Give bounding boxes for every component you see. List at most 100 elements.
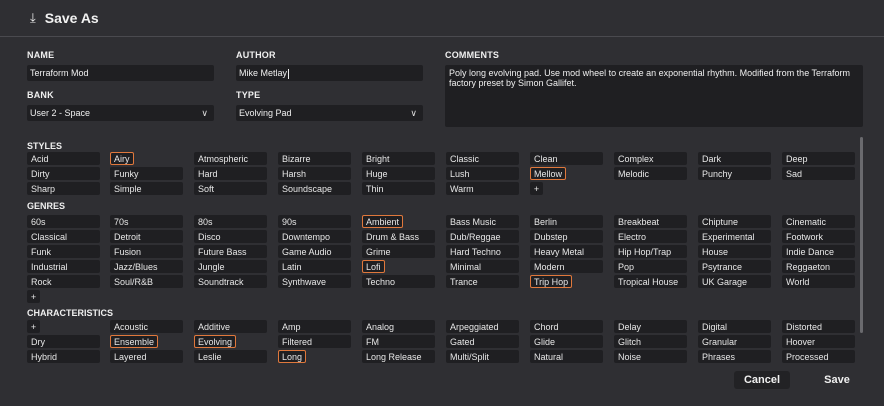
type-select[interactable]: Evolving Pad ∨ [236, 105, 423, 121]
comments-textarea[interactable]: Poly long evolving pad. Use mod wheel to… [445, 65, 863, 127]
tag-styles[interactable]: Sharp [27, 182, 100, 195]
tag-characteristics[interactable]: Hybrid [27, 350, 100, 363]
name-field[interactable]: Terraform Mod [27, 65, 214, 81]
tag-characteristics[interactable]: Hoover [782, 335, 855, 348]
tag-styles[interactable]: Deep [782, 152, 855, 165]
tag-styles[interactable]: Classic [446, 152, 519, 165]
tag-genres[interactable]: 60s [27, 215, 100, 228]
tag-genres[interactable]: Grime [362, 245, 435, 258]
tag-genres[interactable]: Breakbeat [614, 215, 687, 228]
tag-genres[interactable]: Rock [27, 275, 100, 288]
tag-genres[interactable]: Fusion [110, 245, 183, 258]
tag-styles[interactable]: Simple [110, 182, 183, 195]
tag-genres[interactable]: Dubstep [530, 230, 603, 243]
tag-genres[interactable]: Electro [614, 230, 687, 243]
tag-styles[interactable]: Thin [362, 182, 435, 195]
tag-styles[interactable]: Huge [362, 167, 435, 180]
add-tag-button[interactable]: + [27, 290, 40, 303]
tag-styles[interactable]: Harsh [278, 167, 351, 180]
tag-styles[interactable]: Clean [530, 152, 603, 165]
tag-styles[interactable]: Funky [110, 167, 183, 180]
tag-characteristics[interactable]: Evolving [194, 335, 237, 348]
tag-genres[interactable]: Berlin [530, 215, 603, 228]
tag-characteristics[interactable]: Chord [530, 320, 603, 333]
author-field[interactable]: Mike Metlay [236, 65, 423, 81]
tag-styles[interactable]: Punchy [698, 167, 771, 180]
tag-genres[interactable]: Drum & Bass [362, 230, 435, 243]
tag-genres[interactable]: Trip Hop [530, 275, 573, 288]
tag-genres[interactable]: Jungle [194, 260, 267, 273]
tag-genres[interactable]: Future Bass [194, 245, 267, 258]
tag-characteristics[interactable]: Leslie [194, 350, 267, 363]
tag-styles[interactable]: Atmospheric [194, 152, 267, 165]
tag-genres[interactable]: Classical [27, 230, 100, 243]
tag-characteristics[interactable]: Analog [362, 320, 435, 333]
tag-genres[interactable]: Bass Music [446, 215, 519, 228]
tag-genres[interactable]: Lofi [362, 260, 385, 273]
tag-genres[interactable]: Disco [194, 230, 267, 243]
tag-styles[interactable]: Airy [110, 152, 134, 165]
tag-characteristics[interactable]: Natural [530, 350, 603, 363]
tag-genres[interactable]: Tropical House [614, 275, 687, 288]
tag-characteristics[interactable]: Glide [530, 335, 603, 348]
tag-styles[interactable]: Soft [194, 182, 267, 195]
tag-characteristics[interactable]: FM [362, 335, 435, 348]
tag-genres[interactable]: Jazz/Blues [110, 260, 183, 273]
tag-characteristics[interactable]: Processed [782, 350, 855, 363]
tag-characteristics[interactable]: Acoustic [110, 320, 183, 333]
add-tag-button[interactable]: + [27, 320, 40, 333]
tag-genres[interactable]: Trance [446, 275, 519, 288]
tag-styles[interactable]: Melodic [614, 167, 687, 180]
save-button[interactable]: Save [809, 371, 865, 389]
tag-characteristics[interactable]: Glitch [614, 335, 687, 348]
tag-characteristics[interactable]: Additive [194, 320, 267, 333]
tag-styles[interactable]: Hard [194, 167, 267, 180]
tag-genres[interactable]: Techno [362, 275, 435, 288]
tag-characteristics[interactable]: Digital [698, 320, 771, 333]
tag-characteristics[interactable]: Arpeggiated [446, 320, 519, 333]
tag-characteristics[interactable]: Distorted [782, 320, 855, 333]
tag-characteristics[interactable]: Layered [110, 350, 183, 363]
tag-styles[interactable]: Acid [27, 152, 100, 165]
tag-genres[interactable]: Funk [27, 245, 100, 258]
tag-genres[interactable]: Minimal [446, 260, 519, 273]
bank-select[interactable]: User 2 - Space ∨ [27, 105, 214, 121]
tag-genres[interactable]: House [698, 245, 771, 258]
tag-characteristics[interactable]: Ensemble [110, 335, 159, 348]
tag-genres[interactable]: Dub/Reggae [446, 230, 519, 243]
tag-styles[interactable]: Soundscape [278, 182, 351, 195]
tag-styles[interactable]: Sad [782, 167, 855, 180]
tag-styles[interactable]: Dark [698, 152, 771, 165]
tag-genres[interactable]: Downtempo [278, 230, 351, 243]
tags-scrollbar[interactable] [860, 137, 863, 333]
tag-characteristics[interactable]: Delay [614, 320, 687, 333]
tag-genres[interactable]: Hip Hop/Trap [614, 245, 687, 258]
tag-genres[interactable]: Cinematic [782, 215, 855, 228]
tag-genres[interactable]: Detroit [110, 230, 183, 243]
tag-genres[interactable]: Synthwave [278, 275, 351, 288]
tag-genres[interactable]: 90s [278, 215, 351, 228]
tag-characteristics[interactable]: Granular [698, 335, 771, 348]
tag-characteristics[interactable]: Long Release [362, 350, 435, 363]
tag-genres[interactable]: Psytrance [698, 260, 771, 273]
cancel-button[interactable]: Cancel [734, 371, 790, 389]
tag-genres[interactable]: Modern [530, 260, 603, 273]
tag-genres[interactable]: World [782, 275, 855, 288]
tag-genres[interactable]: Footwork [782, 230, 855, 243]
tag-genres[interactable]: Hard Techno [446, 245, 519, 258]
tag-characteristics[interactable]: Filtered [278, 335, 351, 348]
tag-genres[interactable]: Soul/R&B [110, 275, 183, 288]
tag-characteristics[interactable]: Gated [446, 335, 519, 348]
tag-genres[interactable]: UK Garage [698, 275, 771, 288]
tag-characteristics[interactable]: Amp [278, 320, 351, 333]
tag-styles[interactable]: Dirty [27, 167, 100, 180]
tag-characteristics[interactable]: Dry [27, 335, 100, 348]
tag-genres[interactable]: Chiptune [698, 215, 771, 228]
tag-styles[interactable]: Bizarre [278, 152, 351, 165]
tag-genres[interactable]: Pop [614, 260, 687, 273]
tag-styles[interactable]: Warm [446, 182, 519, 195]
tag-genres[interactable]: Game Audio [278, 245, 351, 258]
tag-genres[interactable]: Reggaeton [782, 260, 855, 273]
tag-styles[interactable]: Lush [446, 167, 519, 180]
tag-characteristics[interactable]: Long [278, 350, 307, 363]
